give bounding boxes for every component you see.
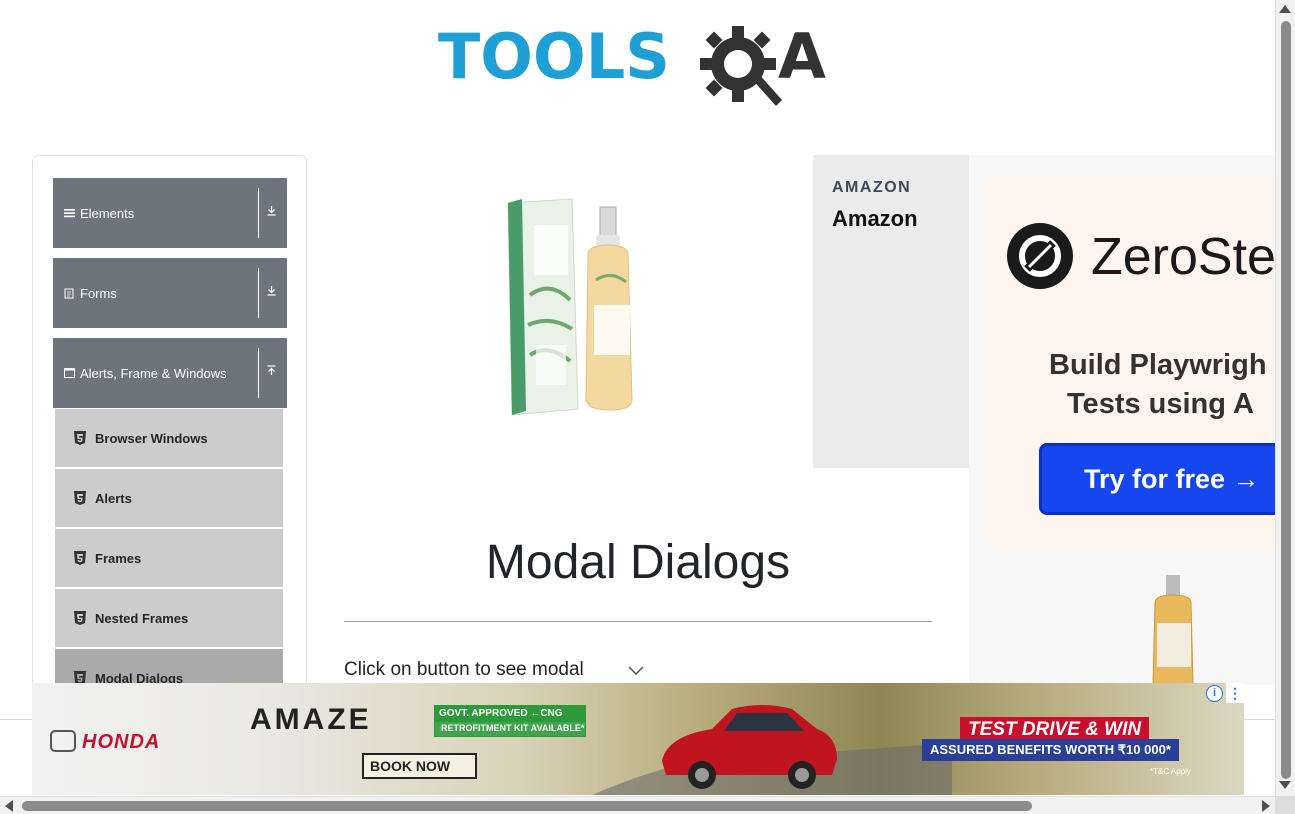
sidebar: Elements Forms Alerts, Frame & Windows B… [32, 155, 307, 715]
sidebar-group-forms[interactable]: Forms [53, 258, 287, 328]
sidebar-group-elements[interactable]: Elements [53, 178, 287, 248]
book-now-button[interactable]: BOOK NOW [362, 753, 477, 779]
chevron-down-icon [628, 666, 644, 676]
scroll-down-arrow-icon[interactable] [1279, 781, 1291, 789]
html5-icon [73, 610, 87, 626]
govt-approved-badge: GOVT. APPROVED ←CNG RETROFITMENT KIT AVA… [434, 705, 586, 737]
retrofit-text: RETROFITMENT KIT AVAILABLE* [435, 722, 585, 737]
logo-text-a: A [778, 20, 826, 93]
try-for-free-button[interactable]: Try for free → [1039, 443, 1279, 515]
sidebar-group-alerts-frame-windows[interactable]: Alerts, Frame & Windows [53, 338, 287, 408]
page-title: Modal Dialogs [485, 536, 791, 589]
modal-instruction-text: Click on button to see modal [344, 659, 584, 680]
sidebar-item-alerts[interactable]: Alerts [55, 469, 283, 527]
download-arrow-icon [266, 285, 277, 299]
sidebar-group-label: Alerts, Frame & Windows [80, 365, 227, 381]
sidebar-item-label: Frames [95, 550, 142, 566]
sidebar-group-label: Forms [80, 285, 117, 301]
ad-brand-label: AMAZON [832, 179, 912, 196]
zerostep-ad-card[interactable]: ZeroSte Build Playwrigh Tests using A Tr… [987, 175, 1279, 549]
sidebar-item-label: Browser Windows [95, 430, 208, 446]
assured-benefits-text: ASSURED BENEFITS WORTH ₹10 000* [922, 739, 1179, 761]
ad-info-icon[interactable]: i [1206, 685, 1223, 702]
logo-text: TOOLS [438, 20, 670, 93]
sidebar-item-label: Nested Frames [95, 610, 189, 626]
window-icon [63, 367, 75, 379]
zerostep-tagline-2: Tests using A [1067, 388, 1254, 420]
html5-icon [73, 550, 87, 566]
upload-arrow-icon [266, 365, 277, 379]
sidebar-item-frames[interactable]: Frames [55, 529, 283, 587]
sidebar-group-label: Elements [80, 205, 135, 221]
scroll-left-arrow-icon[interactable] [5, 800, 13, 812]
scroll-right-arrow-icon[interactable] [1262, 800, 1270, 812]
car-image [662, 705, 837, 789]
honda-logo-icon [50, 730, 76, 752]
divider [344, 621, 932, 622]
divider [258, 268, 259, 318]
sidebar-item-label: Alerts [95, 490, 132, 506]
terms-text: *T&C Apply [1150, 767, 1191, 776]
toolsqa-logo[interactable]: TOOLS A [438, 20, 842, 112]
scroll-up-arrow-icon[interactable] [1279, 5, 1291, 13]
zerostep-tagline: Build Playwrigh [1049, 349, 1267, 381]
product-image[interactable] [500, 195, 670, 430]
body-mist-image[interactable] [1139, 573, 1209, 685]
html5-icon [73, 490, 87, 506]
sidebar-item-browser-windows[interactable]: Browser Windows [55, 409, 283, 467]
doc-icon [63, 287, 75, 299]
page: TOOLS A Elements Forms Alerts, Frame & W… [0, 0, 1295, 814]
html5-icon [73, 430, 87, 446]
horizontal-scrollbar[interactable] [0, 796, 1275, 814]
divider [258, 188, 259, 238]
amaze-model: AMAZE [250, 703, 372, 736]
gear-icon [700, 26, 782, 106]
hamburger-icon [63, 207, 75, 219]
vertical-scroll-thumb[interactable] [1281, 21, 1291, 779]
govt-approved-text: GOVT. APPROVED ←CNG [435, 706, 585, 722]
divider [258, 348, 259, 398]
horizontal-scroll-thumb[interactable] [22, 801, 1032, 811]
ad-brand-title: Amazon [832, 206, 918, 231]
scrollbar-corner [1275, 796, 1295, 814]
sidebar-item-nested-frames[interactable]: Nested Frames [55, 589, 283, 647]
honda-brand: HONDA [82, 731, 161, 753]
amazon-ad-panel[interactable]: AMAZON Amazon [813, 155, 969, 468]
honda-banner-ad[interactable]: HONDA AMAZE GOVT. APPROVED ←CNG RETROFIT… [32, 683, 1244, 795]
ad-menu-icon[interactable]: ⋮ [1226, 683, 1244, 703]
zerostep-logo-icon [1007, 223, 1073, 289]
side-ad[interactable]: ZeroSte Build Playwrigh Tests using A Tr… [969, 155, 1279, 685]
zerostep-name: ZeroSte [1091, 228, 1276, 286]
download-arrow-icon [266, 205, 277, 219]
vertical-scrollbar[interactable] [1275, 0, 1295, 796]
